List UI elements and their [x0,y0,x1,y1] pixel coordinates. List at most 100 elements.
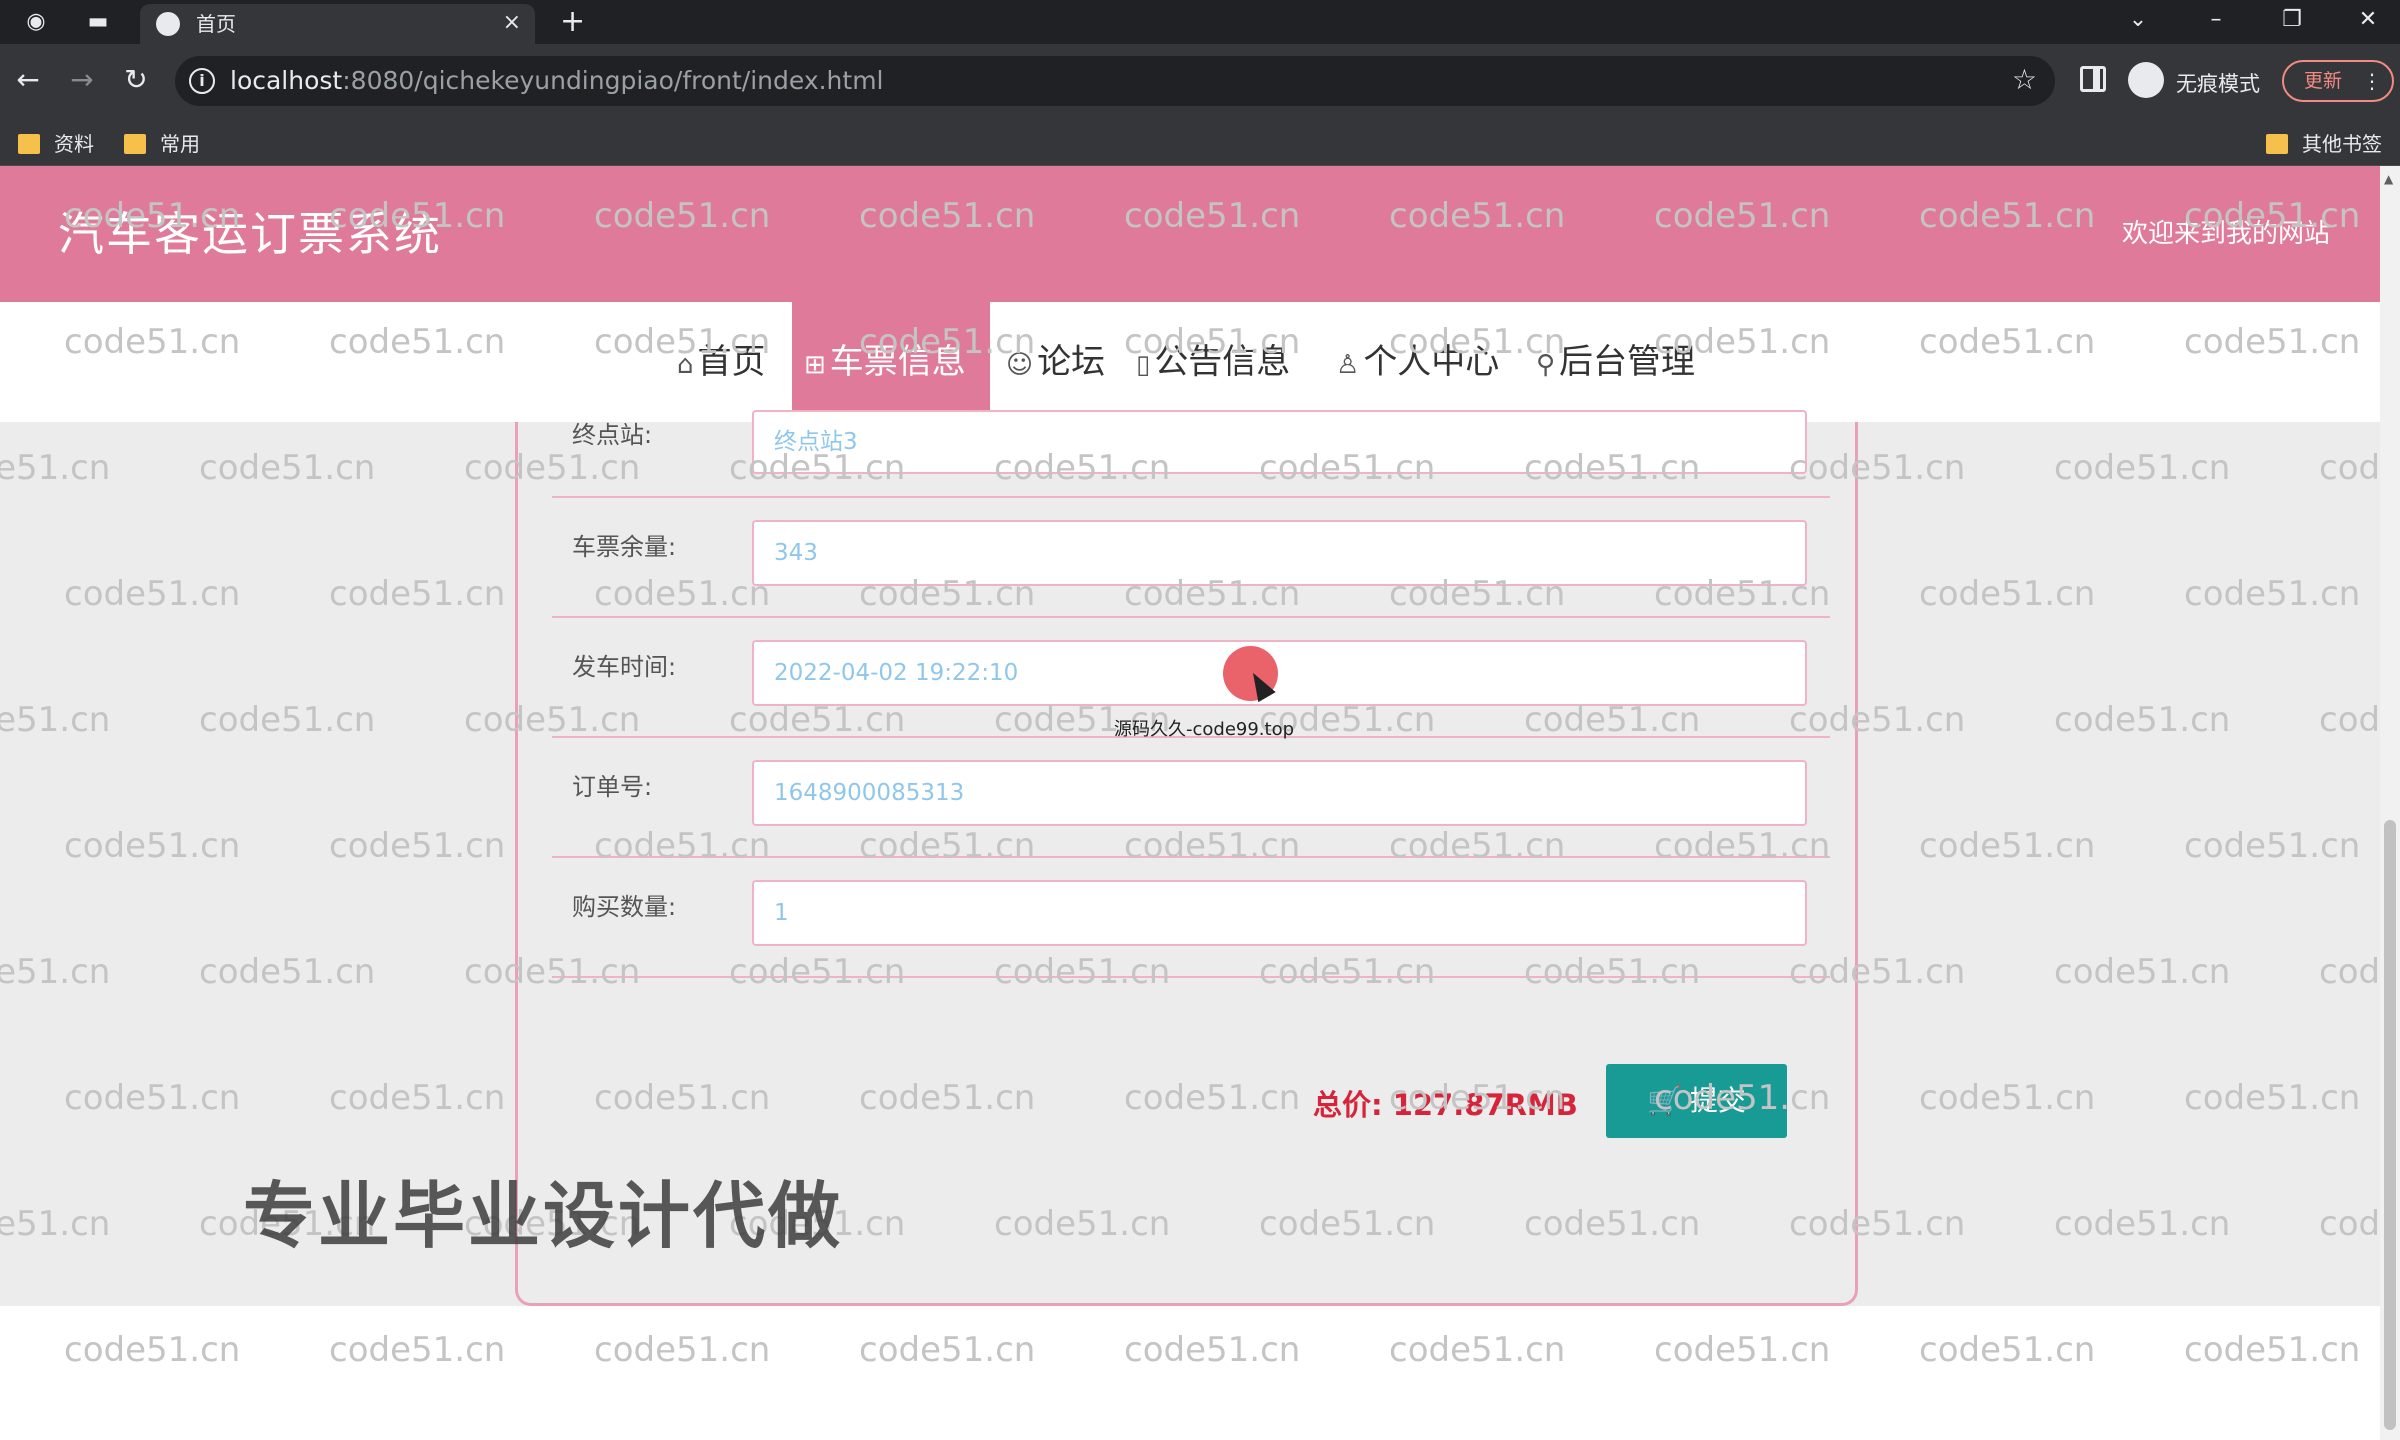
side-panel-icon[interactable] [2080,66,2106,92]
tab-title: 首页 [196,12,236,36]
remaining-input[interactable]: 343 [752,520,1807,586]
user-icon: ♙ [1336,350,1360,380]
source-note: 源码久久-code99.top [1114,719,1295,740]
watermark-text: code51.cn [329,826,506,866]
welcome-text: 欢迎来到我的网站 [2121,219,2330,249]
departure-time-label: 发车时间: [572,653,677,681]
site-info-icon[interactable]: i [189,68,215,94]
nav-item-profile[interactable]: ♙ 个人中心 [1324,302,1511,422]
update-label: 更新 [2304,70,2343,92]
gamepad-icon: ☺ [1006,350,1034,380]
browser-profile-icon[interactable]: ◉ [22,8,50,36]
folder-icon [2266,134,2288,154]
form-row-destination: 终点站: 终点站3 [552,410,1830,498]
watermark-text: code51.cn [199,700,376,740]
nav-label: 首页 [697,342,766,382]
url-path: :8080/qichekeyundingpiao/front/index.htm… [342,66,884,95]
nav-label: 后台管理 [1559,342,1696,382]
scrollbar-thumb[interactable] [2384,820,2396,1430]
nav-item-forum[interactable]: ☺ 论坛 [994,302,1117,422]
nav-label: 个人中心 [1363,342,1500,382]
watermark-text: code51.cn [199,448,376,488]
bookmark-label: 资料 [54,132,94,156]
nav-item-home[interactable]: ⌂ 首页 [665,302,778,422]
tab-list-chevron-icon[interactable]: ⌄ [2118,4,2158,36]
watermark-text: code51.cn [1919,1078,2096,1118]
bookmark-label: 常用 [160,132,200,156]
link-icon: ⚲ [1536,350,1556,380]
grid-icon: ⊞ [804,350,826,380]
promo-overlay-text: 专业毕业设计代做 [243,1174,844,1258]
watermark-text: code51.cn [64,574,241,614]
browser-tab-strip: ◉ ▬ 首页 × + ⌄ – ❐ ✕ [0,0,2400,44]
incognito-label: 无痕模式 [2176,72,2260,96]
url-host: localhost [230,66,343,95]
nav-label: 公告信息 [1154,342,1291,382]
tab-close-icon[interactable]: × [503,10,521,36]
quantity-input[interactable]: 1 [752,880,1807,946]
globe-icon [156,12,180,36]
restore-icon[interactable]: ❐ [2272,4,2312,36]
watermark-text: code51.cn [0,700,111,740]
site-header: 汽车客运订票系统 欢迎来到我的网站 [0,166,2380,302]
address-bar[interactable]: i localhost:8080/qichekeyundingpiao/fron… [175,56,2055,106]
tab-search-icon[interactable]: ▬ [84,8,112,36]
watermark-text: code51.cn [2054,1204,2231,1244]
watermark-text: code51.cn [329,1078,506,1118]
forward-arrow-icon[interactable]: → [64,62,100,98]
web-page: 汽车客运订票系统 欢迎来到我的网站 ⌂ 首页 ⊞ 车票信息 ☺ 论坛 ▯ 公告信息 ♙ 个… [0,166,2380,1440]
minimize-icon[interactable]: – [2196,4,2236,36]
bookmarks-bar: 资料 常用 其他书签 [0,120,2400,166]
bookmark-folder[interactable]: 常用 [124,132,200,156]
scroll-up-arrow-icon[interactable]: ▲ [2384,172,2393,186]
update-button[interactable]: 更新 ⋮ [2282,60,2394,102]
form-row-order-number: 订单号: 1648900085313 [552,738,1830,858]
bookmark-star-icon[interactable]: ☆ [2012,63,2037,96]
watermark-text: code51.cn [0,448,111,488]
watermark-text: code51.cn [2184,826,2361,866]
watermark-text: code51.cn [64,826,241,866]
watermark-text: code51.cn [2319,448,2380,488]
page-footer [0,1306,2380,1440]
departure-time-input[interactable]: 2022-04-02 19:22:10 [752,640,1807,706]
new-tab-button[interactable]: + [560,5,585,39]
nav-item-admin[interactable]: ⚲ 后台管理 [1524,302,1707,422]
order-number-label: 订单号: [572,773,653,801]
back-arrow-icon[interactable]: ← [10,62,46,98]
watermark-text: code51.cn [2319,700,2380,740]
folder-icon [124,134,146,154]
window-close-icon[interactable]: ✕ [2348,4,2388,36]
nav-label: 车票信息 [829,342,966,382]
nav-item-tickets[interactable]: ⊞ 车票信息 [792,302,990,422]
other-bookmarks-folder[interactable]: 其他书签 [2266,132,2382,156]
watermark-text: code51.cn [0,952,111,992]
submit-label: 提交 [1689,1084,1746,1117]
watermark-text: code51.cn [2054,448,2231,488]
url-text[interactable]: localhost:8080/qichekeyundingpiao/front/… [230,67,884,95]
bookmark-label: 其他书签 [2302,132,2382,156]
watermark-text: code51.cn [329,574,506,614]
watermark-text: code51.cn [0,1204,111,1244]
watermark-text: code51.cn [199,952,376,992]
incognito-icon [2128,62,2164,98]
browser-tab[interactable]: 首页 × [140,4,535,44]
watermark-text: code51.cn [2184,1078,2361,1118]
destination-input[interactable]: 终点站3 [752,410,1807,474]
order-number-input[interactable]: 1648900085313 [752,760,1807,826]
more-menu-icon[interactable]: ⋮ [2362,62,2382,100]
bookmark-folder[interactable]: 资料 [18,132,94,156]
watermark-text: code51.cn [2319,952,2380,992]
destination-label: 终点站: [572,421,653,449]
watermark-text: code51.cn [2054,952,2231,992]
nav-item-notices[interactable]: ▯ 公告信息 [1124,302,1302,422]
home-icon: ⌂ [677,350,694,380]
page-scrollbar[interactable]: ▲ [2380,166,2400,1440]
site-title: 汽车客运订票系统 [58,207,442,261]
watermark-text: code51.cn [2319,1204,2380,1244]
folder-icon [18,134,40,154]
reload-icon[interactable]: ↻ [118,62,154,98]
watermark-text: code51.cn [1919,826,2096,866]
submit-button[interactable]: 🛒 提交 [1606,1064,1787,1138]
cart-icon: 🛒 [1647,1084,1682,1117]
quantity-label: 购买数量: [572,893,677,921]
